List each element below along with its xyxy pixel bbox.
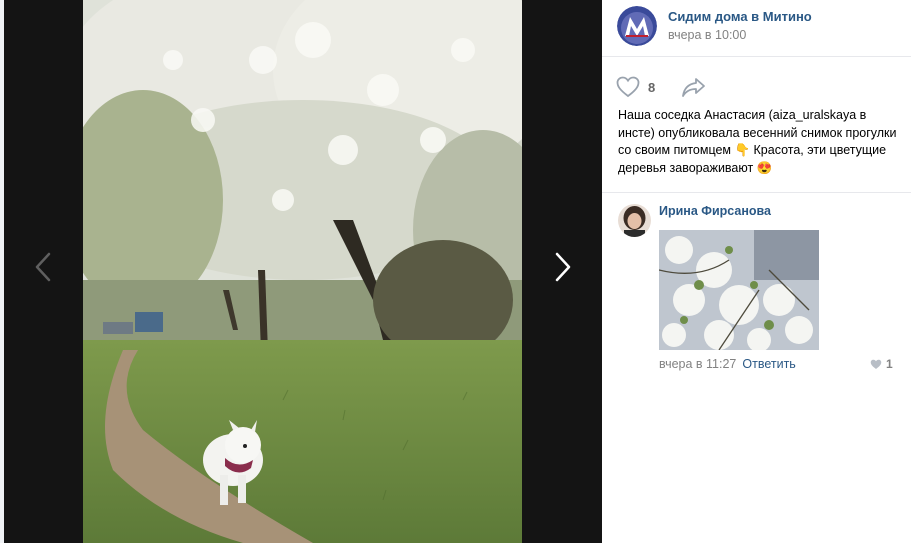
group-name-link[interactable]: Сидим дома в Митино bbox=[668, 9, 812, 24]
comment-like-button[interactable]: 1 bbox=[870, 357, 893, 371]
chevron-right-icon bbox=[555, 252, 571, 282]
photo-viewer bbox=[0, 0, 602, 543]
chevron-left-icon bbox=[35, 252, 51, 282]
heart-icon bbox=[616, 76, 640, 98]
viewer-edge bbox=[0, 0, 4, 543]
like-button[interactable]: 8 bbox=[616, 76, 655, 98]
post-timestamp[interactable]: вчера в 10:00 bbox=[668, 28, 746, 42]
prev-photo-button[interactable] bbox=[26, 248, 60, 286]
post-text: Наша соседка Анастасия (aiza_uralskaya в… bbox=[618, 108, 897, 175]
share-arrow-icon bbox=[682, 78, 705, 97]
group-avatar[interactable] bbox=[617, 6, 657, 46]
next-photo-button[interactable] bbox=[546, 248, 580, 286]
comment-timestamp[interactable]: вчера в 11:27 bbox=[659, 357, 736, 371]
post-photo[interactable] bbox=[83, 0, 522, 543]
commenter-avatar[interactable] bbox=[618, 204, 651, 237]
share-button[interactable] bbox=[681, 76, 707, 101]
post-panel: Сидим дома в Митино вчера в 10:00 8 Наша… bbox=[602, 0, 911, 543]
heart-icon bbox=[870, 359, 882, 369]
reply-button[interactable]: Ответить bbox=[742, 357, 795, 371]
like-count: 8 bbox=[648, 79, 656, 95]
comment-like-count: 1 bbox=[886, 357, 893, 371]
comment-photo[interactable] bbox=[659, 230, 819, 350]
comment-author-link[interactable]: Ирина Фирсанова bbox=[659, 204, 771, 218]
post-actions: 8 bbox=[602, 57, 911, 107]
comment-item: Ирина Фирсанова вчера в 11:27 Ответить 1 bbox=[602, 193, 911, 383]
post-header: Сидим дома в Митино вчера в 10:00 bbox=[602, 0, 911, 57]
comment-meta: вчера в 11:27 Ответить bbox=[659, 357, 796, 371]
